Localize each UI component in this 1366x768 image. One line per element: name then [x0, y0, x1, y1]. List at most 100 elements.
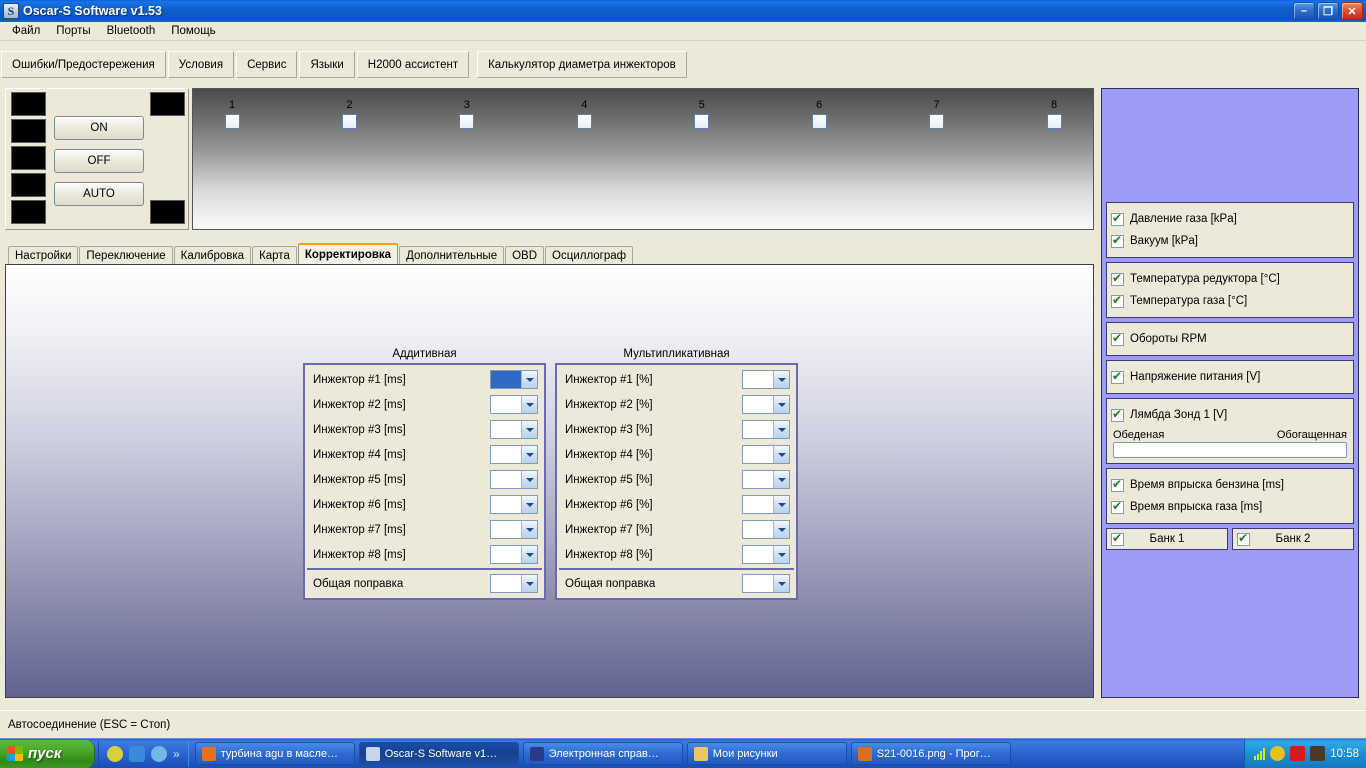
- injector-led-5[interactable]: [694, 114, 710, 129]
- start-button[interactable]: пуск: [0, 739, 95, 768]
- signal-bars-icon[interactable]: [1254, 747, 1266, 760]
- checkbox-icon[interactable]: [1111, 293, 1124, 308]
- chevron-down-icon[interactable]: [773, 396, 789, 413]
- sidebar-group4-row-1[interactable]: Напряжение питания [V]: [1111, 366, 1349, 388]
- taskbar-item-3[interactable]: Электронная справ…: [522, 742, 683, 765]
- checkbox-icon[interactable]: [1111, 331, 1124, 346]
- chevron-down-icon[interactable]: [773, 446, 789, 463]
- bank-1-item[interactable]: Банк 1: [1106, 528, 1228, 550]
- additive-value-6[interactable]: [491, 496, 521, 513]
- multiplicative-value-4[interactable]: [743, 446, 773, 463]
- chevron-down-icon[interactable]: [773, 575, 789, 592]
- toolbar-tab-h2000-assistant[interactable]: H2000 ассистент: [356, 51, 470, 78]
- checkbox-icon[interactable]: [1111, 233, 1124, 248]
- additive-value-1[interactable]: [491, 371, 521, 388]
- toolbar-tab-languages[interactable]: Языки: [299, 51, 355, 78]
- tab-obd[interactable]: OBD: [505, 246, 545, 265]
- chevron-down-icon[interactable]: [773, 496, 789, 513]
- multiplicative-value-1[interactable]: [743, 371, 773, 388]
- sidebar-group1-row-1[interactable]: Давление газа [kPa]: [1111, 208, 1349, 230]
- multiplicative-combo-5[interactable]: [742, 470, 790, 489]
- toolbar-tab-service[interactable]: Сервис: [236, 51, 298, 78]
- injector-led-2[interactable]: [341, 114, 357, 129]
- additive-value-5[interactable]: [491, 471, 521, 488]
- menu-item-ports[interactable]: Порты: [48, 23, 98, 39]
- bank-2-item[interactable]: Банк 2: [1232, 528, 1354, 550]
- checkbox-icon[interactable]: [1111, 499, 1124, 514]
- menu-item-help[interactable]: Помощь: [163, 23, 223, 39]
- taskbar-clock[interactable]: 10:58: [1330, 748, 1359, 760]
- chevron-down-icon[interactable]: [773, 371, 789, 388]
- additive-combo-3[interactable]: [490, 420, 538, 439]
- internet-explorer-icon[interactable]: [151, 745, 167, 762]
- checkbox-icon[interactable]: [1111, 477, 1124, 492]
- chevron-down-icon[interactable]: [521, 421, 537, 438]
- additive-combo-4[interactable]: [490, 445, 538, 464]
- chevron-down-icon[interactable]: [521, 521, 537, 538]
- injector-led-1[interactable]: [224, 114, 240, 129]
- chevron-down-icon[interactable]: [521, 371, 537, 388]
- lambda-checkbox-row[interactable]: Лямбда Зонд 1 [V]: [1111, 404, 1349, 426]
- sidebar-group5-row-1[interactable]: Время впрыска бензина [ms]: [1111, 474, 1349, 496]
- additive-combo-1[interactable]: [490, 370, 538, 389]
- taskbar-item-1[interactable]: турбина agu в масле…: [194, 742, 355, 765]
- tab-settings[interactable]: Настройки: [8, 246, 79, 265]
- minimize-button[interactable]: –: [1293, 2, 1315, 20]
- injector-led-3[interactable]: [459, 114, 475, 129]
- multiplicative-value-7[interactable]: [743, 521, 773, 538]
- injector-led-8[interactable]: [1046, 114, 1062, 129]
- toolbar-tab-errors[interactable]: Ошибки/Предостережения: [1, 51, 166, 78]
- multiplicative-combo-3[interactable]: [742, 420, 790, 439]
- additive-combo-5[interactable]: [490, 470, 538, 489]
- multiplicative-total-combo[interactable]: [742, 574, 790, 593]
- taskbar-item-4[interactable]: Мои рисунки: [686, 742, 847, 765]
- menu-item-bluetooth[interactable]: Bluetooth: [99, 23, 164, 39]
- menu-item-file[interactable]: Файл: [4, 23, 48, 39]
- display-icon[interactable]: [1310, 746, 1326, 761]
- chevron-down-icon[interactable]: [521, 496, 537, 513]
- mode-on-button[interactable]: ON: [54, 116, 144, 140]
- chevron-down-icon[interactable]: [521, 471, 537, 488]
- tab-oscilloscope[interactable]: Осциллограф: [545, 246, 634, 265]
- injector-led-4[interactable]: [576, 114, 592, 129]
- chevron-down-icon[interactable]: [773, 521, 789, 538]
- sidebar-group2-row-2[interactable]: Температура газа [°C]: [1111, 290, 1349, 312]
- sidebar-group3-row-1[interactable]: Обороты RPM: [1111, 328, 1349, 350]
- injector-led-7[interactable]: [929, 114, 945, 129]
- update-icon[interactable]: [1270, 746, 1286, 761]
- tab-additional[interactable]: Дополнительные: [399, 246, 505, 265]
- chevron-down-icon[interactable]: [521, 546, 537, 563]
- quick-launch-overflow[interactable]: »: [173, 747, 180, 761]
- multiplicative-value-8[interactable]: [743, 546, 773, 563]
- additive-total-value[interactable]: [491, 575, 521, 592]
- chevron-down-icon[interactable]: [521, 575, 537, 592]
- restore-button[interactable]: ❐: [1317, 2, 1339, 20]
- multiplicative-combo-6[interactable]: [742, 495, 790, 514]
- additive-value-4[interactable]: [491, 446, 521, 463]
- multiplicative-combo-2[interactable]: [742, 395, 790, 414]
- sidebar-group1-row-2[interactable]: Вакуум [kPa]: [1111, 230, 1349, 252]
- additive-total-combo[interactable]: [490, 574, 538, 593]
- additive-combo-7[interactable]: [490, 520, 538, 539]
- multiplicative-combo-7[interactable]: [742, 520, 790, 539]
- close-button[interactable]: ✕: [1341, 2, 1363, 20]
- additive-value-7[interactable]: [491, 521, 521, 538]
- multiplicative-combo-4[interactable]: [742, 445, 790, 464]
- toolbar-tab-injector-diameter-calculator[interactable]: Калькулятор диаметра инжекторов: [477, 51, 687, 78]
- checkbox-icon[interactable]: [1111, 271, 1124, 286]
- sidebar-group2-row-1[interactable]: Температура редуктора [°C]: [1111, 268, 1349, 290]
- multiplicative-value-2[interactable]: [743, 396, 773, 413]
- sidebar-group5-row-2[interactable]: Время впрыска газа [ms]: [1111, 496, 1349, 518]
- chevron-down-icon[interactable]: [773, 546, 789, 563]
- checkbox-icon[interactable]: [1111, 211, 1124, 226]
- chevron-down-icon[interactable]: [773, 421, 789, 438]
- tab-switching[interactable]: Переключение: [79, 246, 173, 265]
- taskbar-item-2[interactable]: Oscar-S Software v1…: [358, 742, 519, 765]
- additive-combo-2[interactable]: [490, 395, 538, 414]
- mode-auto-button[interactable]: AUTO: [54, 182, 144, 206]
- multiplicative-total-value[interactable]: [743, 575, 773, 592]
- mode-off-button[interactable]: OFF: [54, 149, 144, 173]
- additive-value-8[interactable]: [491, 546, 521, 563]
- chevron-down-icon[interactable]: [521, 396, 537, 413]
- tab-calibration[interactable]: Калибровка: [173, 246, 252, 265]
